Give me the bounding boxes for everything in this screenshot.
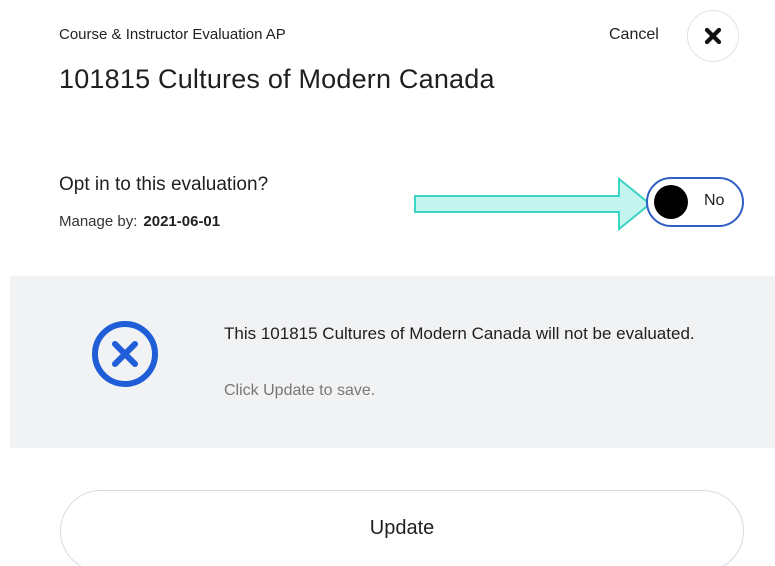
- toggle-state-label: No: [704, 192, 725, 209]
- opt-in-question: Opt in to this evaluation?: [59, 174, 269, 195]
- evaluation-subtitle: Course & Instructor Evaluation AP: [59, 26, 286, 43]
- manage-by-row: Manage by: 2021-06-01: [59, 213, 220, 230]
- page-title: 101815 Cultures of Modern Canada: [59, 64, 495, 94]
- close-icon: [704, 27, 722, 45]
- evaluation-status-notice: This 101815 Cultures of Modern Canada wi…: [10, 276, 775, 448]
- notice-message: This 101815 Cultures of Modern Canada wi…: [224, 324, 695, 343]
- x-circle-icon: [92, 321, 158, 387]
- update-button-label: Update: [369, 517, 435, 539]
- annotation-arrow-icon: [414, 176, 652, 232]
- notice-hint: Click Update to save.: [224, 382, 376, 399]
- opt-in-toggle[interactable]: No: [646, 177, 744, 227]
- manage-by-label: Manage by:: [59, 213, 138, 230]
- manage-by-date: 2021-06-01: [143, 213, 221, 230]
- toggle-knob: [654, 185, 688, 219]
- evaluation-opt-in-dialog: Course & Instructor Evaluation AP 101815…: [0, 0, 775, 566]
- update-button[interactable]: Update: [60, 490, 744, 566]
- cancel-button[interactable]: Cancel: [609, 26, 659, 44]
- close-button[interactable]: [687, 10, 739, 62]
